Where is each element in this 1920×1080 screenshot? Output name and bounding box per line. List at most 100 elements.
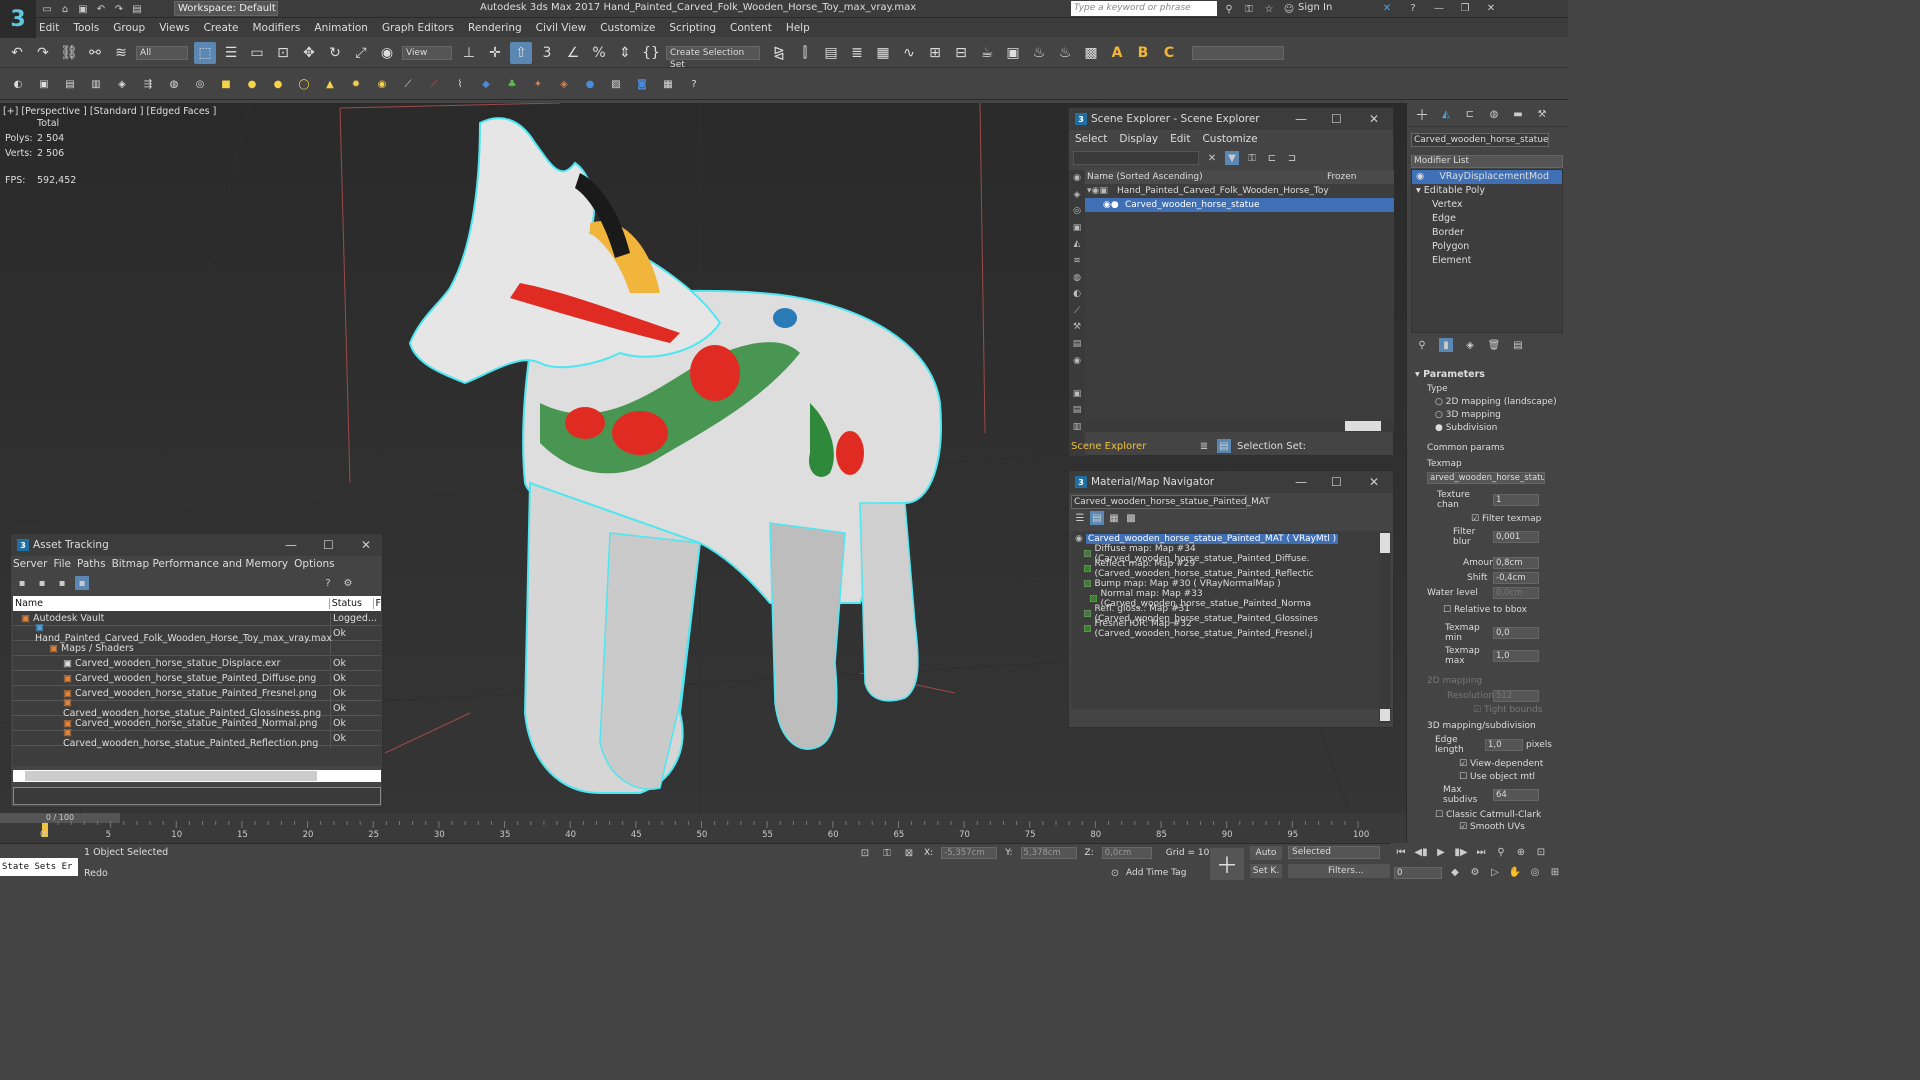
current-frame-field[interactable]: 0 <box>1394 866 1442 879</box>
layer-add-icon[interactable]: ▤ <box>62 77 78 93</box>
leaf-icon[interactable]: ♣ <box>504 77 520 93</box>
type-radio-3d[interactable]: ○ 3D mapping <box>1407 410 1568 420</box>
sphere-primitive-icon[interactable]: ● <box>270 77 286 93</box>
minimize-icon[interactable]: — <box>1295 475 1307 489</box>
zoom-extents-icon[interactable]: ⊡ <box>1534 846 1548 860</box>
parameters-rollout[interactable]: ▾ Parameters <box>1407 369 1568 380</box>
pin-stack-icon[interactable]: ⚲ <box>1415 338 1429 352</box>
close-icon[interactable]: ✕ <box>1484 1 1498 15</box>
menu-help[interactable]: Help <box>786 22 810 34</box>
filter-texmap-checkbox[interactable]: ☑ Filter texmap <box>1407 514 1568 524</box>
star-icon[interactable]: ☆ <box>1262 2 1276 16</box>
hierarchy-icon[interactable]: ⊏ <box>1265 151 1279 165</box>
eye-icon[interactable]: ▾◉▣ <box>1087 186 1117 196</box>
layer-render-icon[interactable]: ◍ <box>166 77 182 93</box>
key-filters-button[interactable]: Filters... <box>1288 864 1398 878</box>
scene-explorer-titlebar[interactable]: 3 Scene Explorer - Scene Explorer — ☐ ✕ <box>1069 108 1393 130</box>
se-col-frozen[interactable]: Frozen <box>1327 172 1357 182</box>
texture-chan-spinner[interactable]: 1 <box>1493 494 1539 506</box>
bind-space-warp-icon[interactable]: ≋ <box>110 42 132 64</box>
noise-modifier-icon[interactable]: ◆ <box>478 77 494 93</box>
filter-blur-spinner[interactable]: 0,001 <box>1493 531 1539 543</box>
checkbox-checked-icon[interactable]: ☑ <box>1473 705 1484 715</box>
open-file-icon[interactable]: ⌂ <box>58 2 72 16</box>
layer-color-icon[interactable]: ◎ <box>192 77 208 93</box>
filter-icon[interactable]: ▼ <box>1225 151 1239 165</box>
z-coordinate-field[interactable]: 0,0cm <box>1101 847 1152 859</box>
material-editor-icon[interactable]: ⊟ <box>950 42 972 64</box>
motion-tab-icon[interactable]: ◍ <box>1487 108 1501 122</box>
key-filter-dropdown[interactable]: Selected <box>1288 846 1380 859</box>
map-item[interactable]: ▨ Reflect map: Map #29 (Carved_wooden_hor… <box>1071 559 1379 579</box>
refresh-icon[interactable]: ▪ <box>55 576 69 590</box>
prev-frame-icon[interactable]: ◀▮ <box>1414 846 1428 860</box>
radio-icon[interactable]: ○ <box>1435 397 1446 407</box>
type-radio-2d[interactable]: ○ 2D mapping (landscape) <box>1407 397 1568 407</box>
render-production-icon[interactable]: ♨ <box>1028 42 1050 64</box>
next-frame-icon[interactable]: ▮▶ <box>1454 846 1468 860</box>
create-tab-icon[interactable]: ＋ <box>1415 108 1429 124</box>
checkbox-icon[interactable]: ☐ <box>1435 810 1446 820</box>
new-file-icon[interactable]: ▭ <box>40 2 54 16</box>
modify-tab-icon[interactable]: ◭ <box>1439 108 1453 122</box>
auto-key-button[interactable]: Auto <box>1250 846 1282 860</box>
max-subdivs-spinner[interactable]: 64 <box>1493 789 1539 801</box>
make-unique-icon[interactable]: ◈ <box>1463 338 1477 352</box>
time-tag-icon[interactable]: ⊙ <box>1108 866 1122 880</box>
app-logo[interactable]: 3 <box>0 0 36 38</box>
particle-icon[interactable]: ✦ <box>530 77 546 93</box>
se-menu-customize[interactable]: Customize <box>1202 133 1257 145</box>
binoculars-icon[interactable]: ⚲ <box>1222 2 1236 16</box>
go-to-end-icon[interactable]: ⏭ <box>1474 846 1488 860</box>
hierarchy-mode-icon[interactable]: ▤ <box>1217 439 1231 453</box>
y-coordinate-field[interactable]: 5,378cm <box>1020 847 1077 859</box>
menu-graph-editors[interactable]: Graph Editors <box>382 22 454 34</box>
se-row-selected[interactable]: ◉● Carved_wooden_horse_statue <box>1085 198 1394 212</box>
isolate-icon[interactable]: ⊡ <box>858 846 872 860</box>
reference-coordinate-dropdown[interactable]: View <box>402 45 452 60</box>
render-iterative-icon[interactable]: ♨ <box>1054 42 1076 64</box>
move-icon[interactable]: ✥ <box>298 42 320 64</box>
close-icon[interactable]: ✕ <box>1369 112 1379 126</box>
zoom-all-icon[interactable]: ⊕ <box>1514 846 1528 860</box>
sync-icon[interactable]: ⊐ <box>1285 151 1299 165</box>
at-menu-server[interactable]: Server <box>13 558 47 570</box>
shift-spinner[interactable]: -0,4cm <box>1493 572 1539 584</box>
at-col-status[interactable]: Status <box>330 598 374 609</box>
undo-icon[interactable]: ↶ <box>94 2 108 16</box>
edge-length-spinner[interactable]: 1,0 <box>1485 739 1523 751</box>
use-object-mtl-checkbox[interactable]: ☐ Use object mtl <box>1407 772 1568 782</box>
stack-item-element[interactable]: Element <box>1412 254 1562 268</box>
workspace-dropdown[interactable]: Workspace: Default <box>174 1 278 16</box>
render-setup-icon[interactable]: ☕ <box>976 42 998 64</box>
layer-hide-icon[interactable]: ◈ <box>114 77 130 93</box>
scene-explorer-toggle-icon[interactable]: ▤ <box>820 42 842 64</box>
checkbox-icon[interactable]: ☐ <box>1459 772 1470 782</box>
measure-icon[interactable]: ▨ <box>608 77 624 93</box>
menu-animation[interactable]: Animation <box>314 22 368 34</box>
large-icons-view-icon[interactable]: ▩ <box>1124 511 1138 525</box>
minimize-icon[interactable]: — <box>1432 1 1446 15</box>
torus-primitive-icon[interactable]: ◯ <box>296 77 312 93</box>
minimize-icon[interactable]: — <box>1295 112 1307 126</box>
orbit-icon[interactable]: ◎ <box>1528 866 1542 880</box>
se-menu-edit[interactable]: Edit <box>1170 133 1190 145</box>
layer-freeze-icon[interactable]: ⇶ <box>140 77 156 93</box>
checkbox-checked-icon[interactable]: ☑ <box>1459 759 1470 769</box>
link-icon[interactable]: ⛓ <box>58 42 80 64</box>
sign-in-link[interactable]: Sign In <box>1298 2 1332 13</box>
stack-item-polygon[interactable]: Polygon <box>1412 240 1562 254</box>
stack-item-edge[interactable]: Edge <box>1412 212 1562 226</box>
scale-icon[interactable]: ⤢ <box>350 42 372 64</box>
menu-group[interactable]: Group <box>113 22 145 34</box>
map-item[interactable]: ▨ Fresnel IOR: Map #32 (Carved_wooden_hor… <box>1071 619 1379 639</box>
angle-snap-icon[interactable]: ∠ <box>562 42 584 64</box>
tight-bounds-checkbox[interactable]: ☑ Tight bounds <box>1407 705 1568 715</box>
server-icon[interactable]: ▪ <box>15 576 29 590</box>
checkbox-icon[interactable]: ☐ <box>1443 605 1454 615</box>
se-menu-select[interactable]: Select <box>1075 133 1107 145</box>
close-x-icon[interactable]: ✕ <box>1380 1 1394 15</box>
menu-edit[interactable]: Edit <box>39 22 59 34</box>
menu-views[interactable]: Views <box>159 22 189 34</box>
checkbox-checked-icon[interactable]: ☑ <box>1471 514 1482 524</box>
